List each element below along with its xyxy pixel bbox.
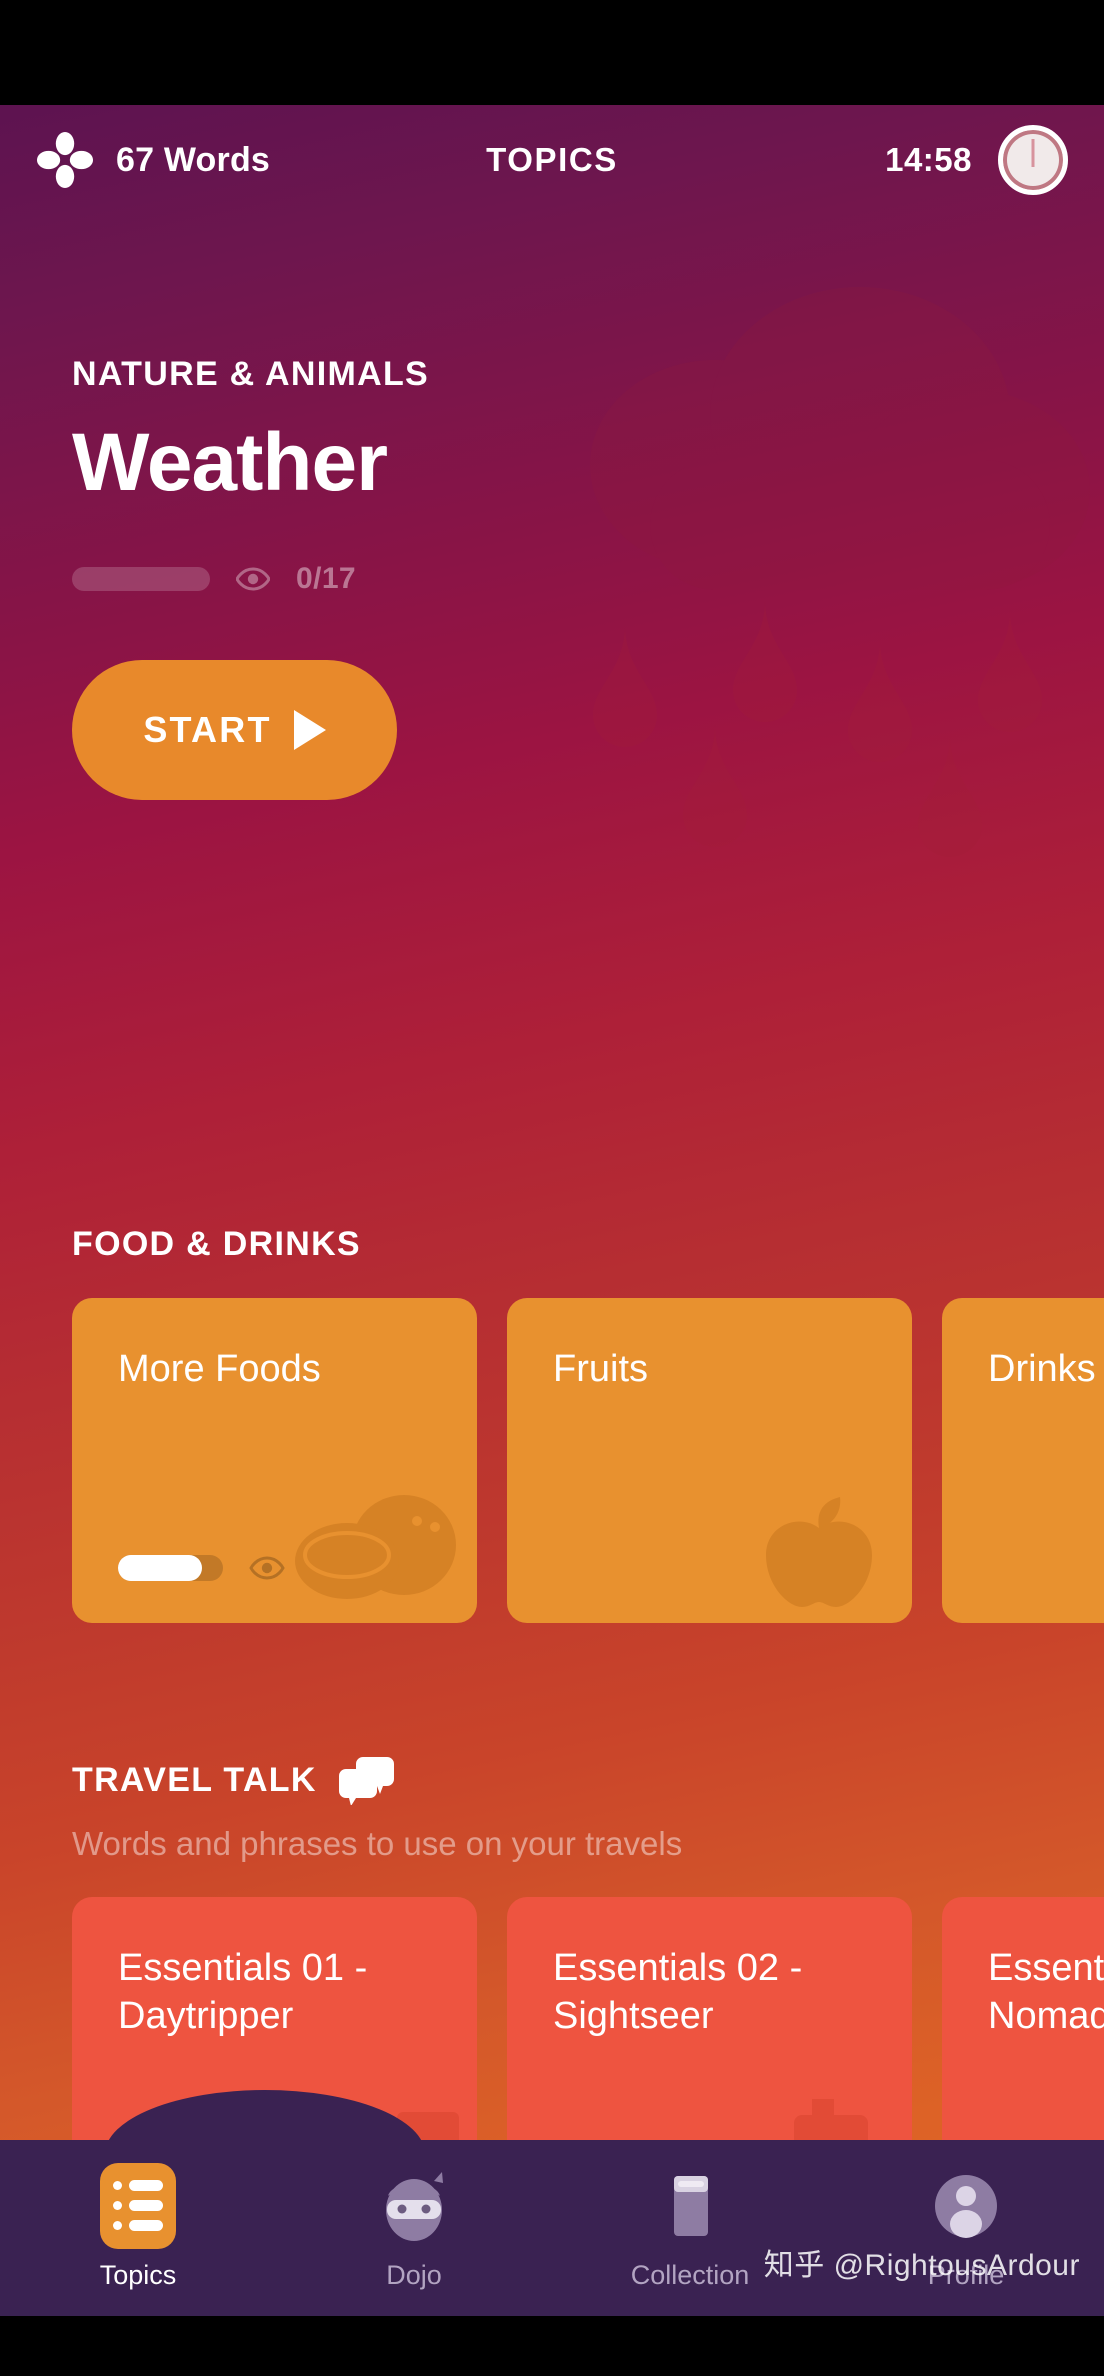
nav-label-collection: Collection [630,2259,750,2290]
clover-logo-icon [36,131,94,189]
topic-card-progress-row [118,1555,285,1581]
scroll-content[interactable]: TOPICS 67 Words 14:58 NATURE & ANIMALS W… [0,105,1104,2376]
card-carousel-food[interactable]: More Foods Fruits Drinks [72,1298,1104,1623]
featured-topic-title: Weather [72,417,388,508]
brand-block[interactable]: 67 Words [36,131,270,189]
eye-icon [236,567,270,591]
topic-card[interactable]: Fruits [507,1298,912,1623]
topic-card-title: Essentials 01 - Daytripper [118,1947,368,2037]
speech-bubbles-icon [338,1757,394,1805]
progress-fraction: 0/17 [296,562,356,595]
section-food-drinks: FOOD & DRINKS More Foods Fruits Drinks [72,1225,1104,1623]
topic-card-title: More Foods [118,1348,321,1390]
apple-icon [766,1497,872,1607]
section-heading: TRAVEL TALK [72,1755,1104,1805]
featured-progress-row: 0/17 [72,562,972,596]
avatar[interactable] [998,125,1068,195]
phone-screen: TOPICS 67 Words 14:58 NATURE & ANIMALS W… [0,0,1104,2376]
featured-category-label: NATURE & ANIMALS [72,355,429,393]
nav-item-profile[interactable]: Profile [828,2166,1104,2291]
appbar-right-group: 14:58 [885,125,1068,195]
nav-item-dojo[interactable]: Dojo [276,2166,552,2291]
nav-item-collection[interactable]: Collection [552,2166,828,2291]
topic-card[interactable]: More Foods [72,1298,477,1623]
topic-card-title: Essentials 03 - Nomad [988,1947,1104,2037]
nav-label-profile: Profile [927,2259,1005,2290]
play-icon [293,710,326,750]
status-bar [0,0,1104,105]
word-count-label: 67 Words [116,140,271,179]
list-tiles-icon [98,2162,178,2249]
section-heading-label: TRAVEL TALK [72,1760,317,1799]
progress-bar [118,1555,223,1581]
topic-card-title: Drinks [988,1348,1096,1390]
nav-label-topics: Topics [99,2259,177,2290]
section-subtitle: Words and phrases to use on your travels [72,1825,683,1862]
eye-icon [249,1556,285,1580]
person-icon [926,2166,1006,2246]
start-button-label: START [143,709,272,750]
book-icon [650,2166,730,2246]
app-bar: TOPICS 67 Words 14:58 [0,105,1104,215]
featured-topic[interactable]: NATURE & ANIMALS Weather 0/17 START [72,355,972,800]
topic-card-title: Fruits [553,1348,648,1390]
home-indicator-bar [0,2316,1104,2376]
nav-item-topics[interactable]: Topics [0,2162,276,2291]
clock-label: 14:58 [885,141,972,178]
start-button[interactable]: START [72,660,397,800]
section-heading: FOOD & DRINKS [72,1225,1104,1264]
bottom-navigation: Topics Dojo Collection Profile 知乎 @Right… [0,2090,1104,2376]
progress-bar [72,567,210,591]
topic-card-title: Essentials 02 - Sightseer [553,1947,803,2037]
topic-card[interactable]: Drinks [942,1298,1104,1623]
section-heading-label: FOOD & DRINKS [72,1225,361,1263]
coconut-icon [295,1495,456,1599]
nav-label-dojo: Dojo [386,2259,442,2290]
ninja-icon [374,2166,454,2246]
